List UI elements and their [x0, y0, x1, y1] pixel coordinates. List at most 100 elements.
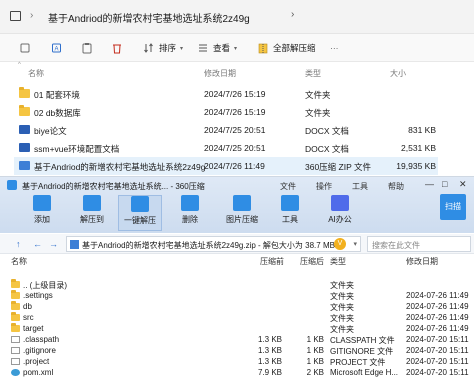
zip-ribbon: 添加 解压到 一键解压 删除 图片压缩 工具 AI办公	[0, 193, 474, 233]
file-size: 831 KB	[408, 125, 436, 135]
zip-row[interactable]: target 文件夹 2024-07-26 11:49	[0, 323, 474, 334]
docx-icon	[19, 143, 30, 152]
delete-label: 删除	[182, 215, 198, 224]
menu-help[interactable]: 帮助	[388, 181, 404, 192]
back-arrow-icon[interactable]: ←	[33, 239, 42, 249]
file-name: ssm+vue环境配置文档	[34, 144, 120, 154]
close-icon[interactable]: ✕	[459, 179, 467, 190]
file-name: 基于Andriod的新增农村宅基地选址系统2z49g	[34, 162, 206, 172]
cut-button[interactable]	[18, 40, 31, 56]
extract-to-icon	[83, 195, 101, 211]
delete-button[interactable]	[110, 40, 123, 56]
file-type: DOCX 文档	[305, 126, 349, 136]
ai-icon	[331, 195, 349, 211]
folder-icon	[11, 312, 20, 321]
menu-file[interactable]: 文件	[280, 181, 296, 192]
column-type[interactable]: 类型	[330, 256, 346, 267]
chevron-right-icon[interactable]: ›	[30, 10, 33, 21]
tools-button[interactable]: 工具	[268, 195, 312, 231]
menu-tools[interactable]: 工具	[352, 181, 368, 192]
edge-icon	[11, 369, 20, 376]
file-row-selected[interactable]: 基于Andriod的新增农村宅基地选址系统2z49g 2024/7/26 11:…	[14, 157, 438, 175]
chevron-right-icon[interactable]: ›	[291, 9, 294, 20]
column-type[interactable]: 类型	[305, 68, 321, 79]
sort-label: 排序	[159, 43, 177, 53]
scan-button[interactable]: 扫描	[440, 194, 466, 220]
one-click-extract-icon	[131, 196, 149, 212]
extract-all-button[interactable]: 全部解压缩	[256, 40, 316, 56]
zip-row[interactable]: src 文件夹 2024-07-26 11:49	[0, 312, 474, 323]
file-row[interactable]: biye论文 2024/7/25 20:51 DOCX 文档 831 KB	[14, 121, 438, 139]
one-click-extract-button[interactable]: 一键解压	[118, 195, 162, 231]
zip-file-type: Microsoft Edge H...	[330, 368, 399, 377]
file-type: 360压缩 ZIP 文件	[305, 162, 371, 172]
file-row[interactable]: 02 db数据库 2024/7/26 15:19 文件夹	[14, 103, 438, 121]
chevron-down-icon[interactable]: ▾	[353, 240, 357, 248]
column-size[interactable]: 压缩后	[300, 256, 324, 267]
up-arrow-icon[interactable]: ↑	[16, 239, 21, 249]
zip-file-name: .gitignore	[23, 346, 56, 355]
paste-button[interactable]	[80, 40, 93, 56]
verify-icon[interactable]: V	[334, 238, 346, 250]
maximize-icon[interactable]: □	[442, 179, 447, 189]
zip-column-header: 名称 压缩前 压缩后 类型 修改日期	[0, 255, 474, 267]
zip-file-name: .settings	[23, 291, 53, 300]
file-row[interactable]: ssm+vue环境配置文档 2024/7/25 20:51 DOCX 文档 2,…	[14, 139, 438, 157]
file-size: 2,531 KB	[401, 143, 436, 153]
view-label: 查看	[213, 43, 231, 53]
zip-row[interactable]: .gitignore 1.3 KB 1 KB GITIGNORE 文件 2024…	[0, 345, 474, 356]
one-click-extract-label: 一键解压	[124, 216, 156, 225]
tools-label: 工具	[282, 215, 298, 224]
file-modified: 2024/7/26 15:19	[204, 89, 266, 99]
folder-icon	[11, 279, 20, 288]
zip-file-compressed: 7.9 KB	[257, 368, 282, 377]
zip-file-compressed: 1.3 KB	[257, 357, 282, 366]
column-modified[interactable]: 修改日期	[204, 68, 236, 79]
minimize-icon[interactable]: —	[425, 179, 434, 189]
column-name[interactable]: 名称	[11, 256, 27, 267]
breadcrumb[interactable]: 基于Andriod的新增农村宅基地选址系统2z49g	[48, 10, 250, 25]
copy-button[interactable]: A	[50, 40, 63, 56]
file-size: 19,935 KB	[396, 161, 436, 171]
column-modified[interactable]: 修改日期	[406, 256, 438, 267]
zip-file-modified: 2024-07-26 11:49	[406, 313, 469, 322]
zip-file-name: src	[23, 313, 34, 322]
zip-row[interactable]: .project 1.3 KB 1 KB PROJECT 文件 2024-07-…	[0, 356, 474, 367]
extract-to-label: 解压到	[80, 215, 104, 224]
file-icon	[11, 347, 20, 354]
column-name[interactable]: 名称	[28, 68, 44, 79]
zip-path-field[interactable]: 基于Andriod的新增农村宅基地选址系统2z49g.zip - 解包大小为 3…	[66, 236, 361, 252]
zip-file-compressed: 1.3 KB	[257, 346, 282, 355]
more-button[interactable]: ···	[330, 40, 339, 56]
ai-office-button[interactable]: AI办公	[318, 195, 362, 231]
forward-arrow-icon[interactable]: →	[49, 239, 58, 249]
zip-file-modified: 2024-07-26 11:49	[406, 291, 469, 300]
zip-row[interactable]: .settings 文件夹 2024-07-26 11:49	[0, 290, 474, 301]
zip-file-compressed: 1.3 KB	[257, 335, 282, 344]
tools-icon	[281, 195, 299, 211]
extract-to-button[interactable]: 解压到	[70, 195, 114, 231]
zip-search-input[interactable]: 搜索在此文件	[367, 236, 471, 252]
extract-all-label: 全部解压缩	[273, 43, 316, 53]
column-size[interactable]: 大小	[390, 68, 406, 79]
explorer-file-list: ^ 名称 修改日期 类型 大小 01 配套环境 2024/7/26 15:19 …	[0, 62, 474, 176]
zip-row[interactable]: pom.xml 7.9 KB 2 KB Microsoft Edge H... …	[0, 367, 474, 378]
sort-button[interactable]: 排序 ▾	[142, 40, 183, 56]
delete-button[interactable]: 删除	[168, 195, 212, 231]
menu-operate[interactable]: 操作	[316, 181, 332, 192]
zip-row[interactable]: .classpath 1.3 KB 1 KB CLASSPATH 文件 2024…	[0, 334, 474, 345]
image-compress-icon	[233, 195, 251, 211]
docx-icon	[19, 125, 30, 134]
view-button[interactable]: 查看 ▾	[196, 40, 237, 56]
add-button[interactable]: 添加	[20, 195, 64, 231]
zip-row[interactable]: .. (上级目录) 文件夹	[0, 279, 474, 290]
file-icon	[11, 336, 20, 343]
zip-row[interactable]: db 文件夹 2024-07-26 11:49	[0, 301, 474, 312]
column-compressed[interactable]: 压缩前	[260, 256, 284, 267]
file-row[interactable]: 01 配套环境 2024/7/26 15:19 文件夹	[14, 85, 438, 103]
folder-icon	[11, 301, 20, 310]
chevron-down-icon: ▾	[180, 45, 184, 52]
zip-path-text: 基于Andriod的新增农村宅基地选址系统2z49g.zip - 解包大小为 3…	[82, 241, 335, 250]
image-compress-button[interactable]: 图片压缩	[220, 195, 264, 231]
file-type: 文件夹	[305, 108, 331, 118]
